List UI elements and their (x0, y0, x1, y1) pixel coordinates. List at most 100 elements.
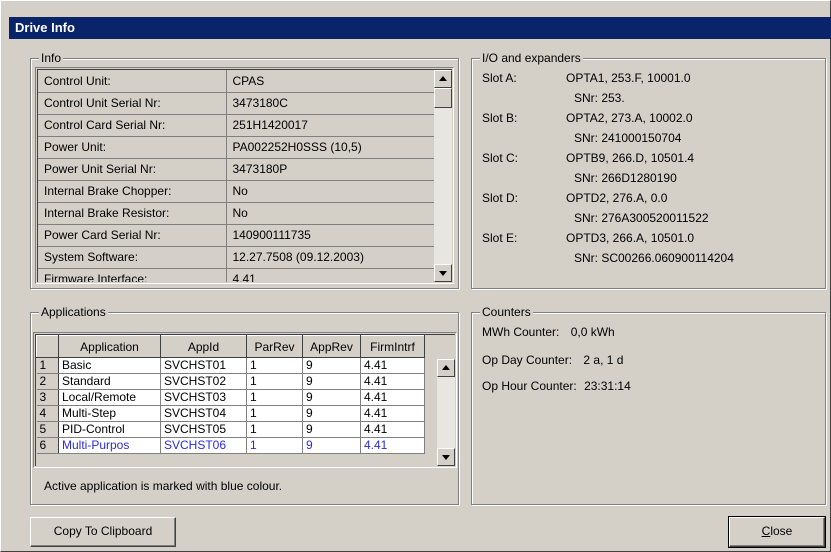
info-row: Power Card Serial Nr: 140900111735 (38, 224, 445, 247)
info-grid[interactable]: Control Unit: CPAS Control Unit Serial Nr:… (35, 67, 454, 284)
application-cell: SVCHST02 (160, 373, 247, 390)
slot-label: Slot D: (482, 191, 519, 205)
info-group: Info Control Unit: CPAS Control Unit Seria… (30, 51, 459, 289)
application-cell: 1 (246, 389, 303, 406)
copy-to-clipboard-button[interactable]: Copy To Clipboard (30, 517, 176, 547)
slot-row: Slot D: OPTD2, 276.A, 0.0 SNr: 276A3005200… (482, 191, 812, 231)
info-row-label: Control Unit Serial Nr: (38, 92, 227, 115)
application-cell: 1 (246, 421, 303, 438)
down-arrow-icon (439, 271, 447, 276)
application-cell: Local/Remote (58, 389, 161, 406)
slot-label: Slot E: (482, 231, 518, 245)
application-cell: Standard (58, 373, 161, 390)
info-row-label: Power Card Serial Nr: (38, 224, 227, 247)
info-row: System Software: 12.27.7508 (09.12.2003) (38, 246, 445, 269)
application-cell: SVCHST01 (160, 357, 247, 374)
application-row[interactable]: 5 PID-Control SVCHST05 1 9 4.41 (36, 421, 425, 438)
application-cell: 1 (246, 437, 303, 454)
close-button[interactable]: Close (728, 516, 826, 548)
row-number: 5 (36, 421, 59, 438)
application-row[interactable]: 4 Multi-Step SVCHST04 1 9 4.41 (36, 405, 425, 422)
application-row[interactable]: 6 Multi-Purpos SVCHST06 1 9 4.41 (36, 437, 425, 454)
info-scrollbar[interactable] (434, 70, 452, 282)
application-cell: SVCHST05 (160, 421, 247, 438)
slot-label: Slot B: (482, 111, 518, 125)
column-header[interactable]: AppId (160, 335, 247, 358)
io-group: I/O and expanders Slot A: OPTA1, 253.F, 1… (471, 51, 826, 289)
applications-grid[interactable]: Application AppId ParRev AppRev FirmIntrf 1 Ba… (33, 332, 457, 468)
scroll-up-button[interactable] (434, 70, 452, 88)
slot-info: OPTA1, 253.F, 10001.0 (566, 71, 691, 85)
close-button-label: lose (770, 524, 793, 538)
ophour-counter-label: Op Hour Counter: (482, 379, 577, 393)
slot-row: Slot E: OPTD3, 266.A, 10501.0 SNr: SC00266… (482, 231, 812, 271)
scroll-down-button[interactable] (434, 264, 452, 282)
slot-snr: SNr: 241000150704 (574, 131, 682, 145)
header-corner (36, 335, 59, 358)
column-header[interactable]: ParRev (246, 335, 303, 358)
column-header[interactable]: AppRev (302, 335, 361, 358)
application-cell: 1 (246, 405, 303, 422)
application-cell: 4.41 (360, 357, 425, 374)
slot-row: Slot B: OPTA2, 273.A, 10002.0 SNr: 2410001… (482, 111, 812, 151)
slot-snr: SNr: 276A300520011522 (574, 211, 709, 225)
row-number: 6 (36, 437, 59, 454)
application-row[interactable]: 1 Basic SVCHST01 1 9 4.41 (36, 357, 425, 374)
info-row: Control Card Serial Nr: 251H1420017 (38, 114, 445, 137)
info-row-value: 140900111735 (226, 224, 445, 247)
application-cell: 9 (302, 421, 361, 438)
application-cell: Basic (58, 357, 161, 374)
slot-label: Slot C: (482, 151, 519, 165)
slot-info: OPTA2, 273.A, 10002.0 (566, 111, 693, 125)
application-cell: 9 (302, 389, 361, 406)
slot-row: Slot A: OPTA1, 253.F, 10001.0 SNr: 253. (482, 71, 812, 111)
info-row: Power Unit: PA002252H0SSS (10,5) (38, 136, 445, 159)
column-header[interactable]: Application (58, 335, 161, 358)
scroll-thumb[interactable] (434, 88, 452, 108)
io-group-title: I/O and expanders (480, 51, 583, 65)
slot-info: OPTD2, 276.A, 0.0 (566, 191, 668, 205)
applications-group: Applications Application AppId ParRev AppRe… (30, 305, 459, 505)
mwh-counter-value: 0,0 kWh (570, 325, 615, 339)
application-row[interactable]: 2 Standard SVCHST02 1 9 4.41 (36, 373, 425, 390)
slot-snr: SNr: 253. (574, 91, 625, 105)
applications-scrollbar[interactable] (437, 359, 455, 466)
info-row-label: Control Card Serial Nr: (38, 114, 227, 137)
info-row-value: No (226, 202, 445, 225)
row-number: 1 (36, 357, 59, 374)
slot-snr: SNr: SC00266.060900114204 (574, 251, 734, 265)
info-table: Control Unit: CPAS Control Unit Serial Nr:… (38, 70, 445, 282)
row-number: 2 (36, 373, 59, 390)
title-bar[interactable]: Drive Info (9, 17, 831, 39)
copy-button-label: Copy To Clipboard (53, 524, 153, 538)
window-title: Drive Info (15, 20, 75, 35)
applications-table: Application AppId ParRev AppRev FirmIntrf 1 Ba… (36, 335, 425, 454)
application-cell: 9 (302, 437, 361, 454)
application-cell: PID-Control (58, 421, 161, 438)
counters-group-title: Counters (480, 305, 533, 319)
slot-snr: SNr: 266D1280190 (574, 171, 677, 185)
active-app-note: Active application is marked with blue c… (44, 479, 283, 493)
info-row-value: CPAS (226, 70, 445, 93)
info-group-title: Info (39, 51, 64, 65)
opday-counter-value: 2 a, 1 d (583, 353, 624, 367)
info-row-label: Firmware Interface: (38, 268, 227, 282)
info-row-value: 3473180C (226, 92, 445, 115)
application-cell: SVCHST06 (160, 437, 247, 454)
application-cell: 4.41 (360, 373, 425, 390)
application-cell: 9 (302, 405, 361, 422)
info-row-value: 4.41 (226, 268, 445, 282)
application-row[interactable]: 3 Local/Remote SVCHST03 1 9 4.41 (36, 389, 425, 406)
info-row-value: 12.27.7508 (09.12.2003) (226, 246, 445, 269)
info-row-label: Control Unit: (38, 70, 227, 93)
application-cell: SVCHST04 (160, 405, 247, 422)
column-header[interactable]: FirmIntrf (360, 335, 425, 358)
application-cell: Multi-Step (58, 405, 161, 422)
slot-info: OPTB9, 266.D, 10501.4 (566, 151, 695, 165)
counters-group: Counters MWh Counter: 0,0 kWh Op Day Cou… (471, 305, 826, 505)
apps-scroll-down-button[interactable] (437, 448, 455, 466)
drive-info-dialog: Drive Info Info Control Unit: CPAS Control… (0, 0, 831, 552)
info-row: Internal Brake Resistor: No (38, 202, 445, 225)
up-arrow-icon (439, 76, 447, 81)
apps-scroll-up-button[interactable] (437, 359, 455, 377)
